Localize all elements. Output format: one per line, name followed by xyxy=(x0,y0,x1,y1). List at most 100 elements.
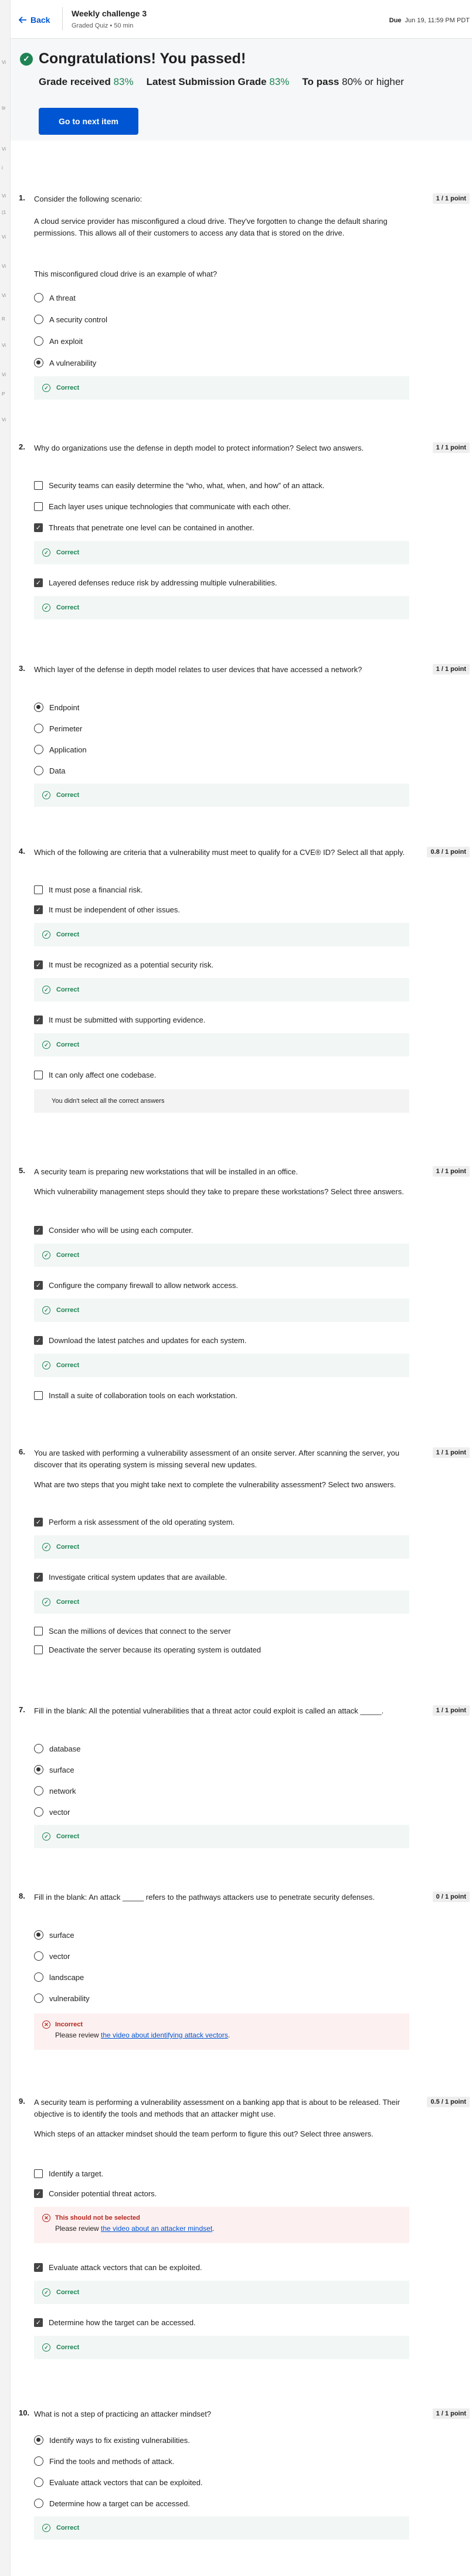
congrats-text: Congratulations! You passed! xyxy=(39,50,246,67)
radio-button[interactable] xyxy=(34,2456,43,2466)
question-text: Consider the following scenario: xyxy=(34,195,142,203)
sidebar-fragment: Vi xyxy=(2,264,6,269)
option-radio[interactable]: An exploit xyxy=(34,336,83,346)
checkbox-checked[interactable]: ✓ xyxy=(34,960,43,969)
option-checkbox[interactable]: Each layer uses unique technologies that… xyxy=(34,502,291,511)
option-radio[interactable]: Data xyxy=(34,766,65,775)
option-radio[interactable]: vector xyxy=(34,1807,70,1817)
checkbox-checked[interactable]: ✓ xyxy=(34,1573,43,1582)
option-radio[interactable]: vector xyxy=(34,1951,70,1961)
pass-value: 80% or higher xyxy=(342,76,404,87)
radio-button[interactable] xyxy=(34,1994,43,2003)
radio-button[interactable] xyxy=(34,293,43,302)
radio-button-selected[interactable] xyxy=(34,703,43,712)
latest-grade-label: Latest Submission Grade xyxy=(146,76,267,87)
radio-button-selected[interactable] xyxy=(34,1765,43,1774)
checkbox-checked[interactable]: ✓ xyxy=(34,905,43,914)
checkbox[interactable] xyxy=(34,885,43,894)
radio-button[interactable] xyxy=(34,315,43,324)
radio-button-selected[interactable] xyxy=(34,1930,43,1940)
option-checkbox[interactable]: ✓ Configure the company firewall to allow… xyxy=(34,1281,238,1290)
option-radio[interactable]: Perimeter xyxy=(34,724,82,733)
checkbox-checked[interactable]: ✓ xyxy=(34,2318,43,2327)
option-checkbox[interactable]: ✓ Evaluate attack vectors that can be exp… xyxy=(34,2263,202,2272)
checkbox[interactable] xyxy=(34,1645,43,1654)
question-text: Fill in the blank: All the potential vul… xyxy=(34,1706,384,1715)
check-icon: ✓ xyxy=(42,604,50,612)
feedback-text: Correct xyxy=(56,986,80,993)
radio-button[interactable] xyxy=(34,2478,43,2487)
option-checkbox[interactable]: Security teams can easily determine the … xyxy=(34,481,324,490)
option-radio[interactable]: Evaluate attack vectors that can be expl… xyxy=(34,2478,203,2487)
option-checkbox[interactable]: ✓ Perform a risk assessment of the old op… xyxy=(34,1518,235,1526)
radio-button[interactable] xyxy=(34,766,43,775)
option-radio[interactable]: database xyxy=(34,1744,81,1753)
radio-button[interactable] xyxy=(34,724,43,733)
radio-button[interactable] xyxy=(34,745,43,754)
radio-button[interactable] xyxy=(34,1951,43,1961)
feedback-text: Correct xyxy=(56,384,80,391)
option-checkbox[interactable]: ✓ It must be submitted with supporting ev… xyxy=(34,1016,205,1024)
option-radio[interactable]: Determine how a target can be accessed. xyxy=(34,2499,190,2508)
option-radio[interactable]: Endpoint xyxy=(34,703,79,712)
option-checkbox[interactable]: ✓ Consider potential threat actors. xyxy=(34,2189,157,2198)
option-checkbox[interactable]: ✓ It must be independent of other issues. xyxy=(34,905,180,914)
checkbox[interactable] xyxy=(34,2169,43,2178)
option-checkbox[interactable]: ✓ Download the latest patches and updates… xyxy=(34,1336,246,1345)
points-badge: 0 / 1 point xyxy=(432,1892,470,1902)
checkbox-checked[interactable]: ✓ xyxy=(34,1281,43,1290)
option-checkbox[interactable]: Deactivate the server because its operat… xyxy=(34,1645,261,1654)
question-text: This misconfigured cloud drive is an exa… xyxy=(34,270,218,278)
option-checkbox[interactable]: ✓ Determine how the target can be accesse… xyxy=(34,2318,196,2327)
checkbox[interactable] xyxy=(34,1627,43,1635)
radio-button[interactable] xyxy=(34,1744,43,1753)
checkbox-checked[interactable]: ✓ xyxy=(34,1016,43,1024)
checkbox[interactable] xyxy=(34,481,43,490)
checkbox-checked[interactable]: ✓ xyxy=(34,1518,43,1526)
next-item-button[interactable]: Go to next item xyxy=(39,108,138,135)
radio-button[interactable] xyxy=(34,1972,43,1982)
option-checkbox[interactable]: ✓ It must be recognized as a potential se… xyxy=(34,960,213,969)
option-radio[interactable]: surface xyxy=(34,1930,74,1940)
option-radio[interactable]: Application xyxy=(34,745,87,754)
review-prefix: Please review xyxy=(55,2031,101,2039)
option-radio[interactable]: Find the tools and methods of attack. xyxy=(34,2456,174,2466)
radio-button-selected[interactable] xyxy=(34,358,43,367)
checkbox[interactable] xyxy=(34,1071,43,1079)
radio-button[interactable] xyxy=(34,336,43,346)
back-button[interactable]: Back xyxy=(19,15,50,25)
radio-button[interactable] xyxy=(34,1786,43,1795)
radio-button-selected[interactable] xyxy=(34,2435,43,2445)
option-checkbox[interactable]: Install a suite of collaboration tools o… xyxy=(34,1391,237,1400)
checkbox-checked[interactable]: ✓ xyxy=(34,523,43,532)
checkbox[interactable] xyxy=(34,1391,43,1400)
option-radio[interactable]: Identify ways to fix existing vulnerabil… xyxy=(34,2435,190,2445)
option-radio[interactable]: A security control xyxy=(34,315,107,324)
option-checkbox[interactable]: ✓ Layered defenses reduce risk by address… xyxy=(34,578,277,587)
option-radio[interactable]: landscape xyxy=(34,1972,84,1982)
option-checkbox[interactable]: ✓ Consider who will be using each compute… xyxy=(34,1226,193,1235)
option-radio[interactable]: network xyxy=(34,1786,76,1795)
checkbox-checked[interactable]: ✓ xyxy=(34,578,43,587)
option-checkbox[interactable]: Scan the millions of devices that connec… xyxy=(34,1627,231,1635)
option-checkbox[interactable]: It can only affect one codebase. xyxy=(34,1071,156,1079)
option-radio[interactable]: A threat xyxy=(34,293,76,302)
checkbox-checked[interactable]: ✓ xyxy=(34,1226,43,1235)
feedback-correct: ✓ Correct xyxy=(34,1033,409,1057)
option-checkbox[interactable]: ✓ Investigate critical system updates tha… xyxy=(34,1573,227,1582)
option-radio[interactable]: vulnerability xyxy=(34,1994,90,2003)
review-video-link[interactable]: the video about identifying attack vecto… xyxy=(101,2031,228,2039)
option-checkbox[interactable]: ✓ Threats that penetrate one level can be… xyxy=(34,523,254,532)
option-checkbox[interactable]: It must pose a financial risk. xyxy=(34,885,142,894)
checkbox-checked[interactable]: ✓ xyxy=(34,2189,43,2198)
option-radio[interactable]: A vulnerability xyxy=(34,358,96,367)
checkbox-checked[interactable]: ✓ xyxy=(34,2263,43,2272)
radio-button[interactable] xyxy=(34,1807,43,1817)
review-video-link[interactable]: the video about an attacker mindset xyxy=(101,2224,212,2233)
points-badge: 0.8 / 1 point xyxy=(427,847,470,857)
option-checkbox[interactable]: Identify a target. xyxy=(34,2169,103,2178)
option-radio[interactable]: surface xyxy=(34,1765,74,1774)
radio-button[interactable] xyxy=(34,2499,43,2508)
checkbox[interactable] xyxy=(34,502,43,511)
checkbox-checked[interactable]: ✓ xyxy=(34,1336,43,1345)
